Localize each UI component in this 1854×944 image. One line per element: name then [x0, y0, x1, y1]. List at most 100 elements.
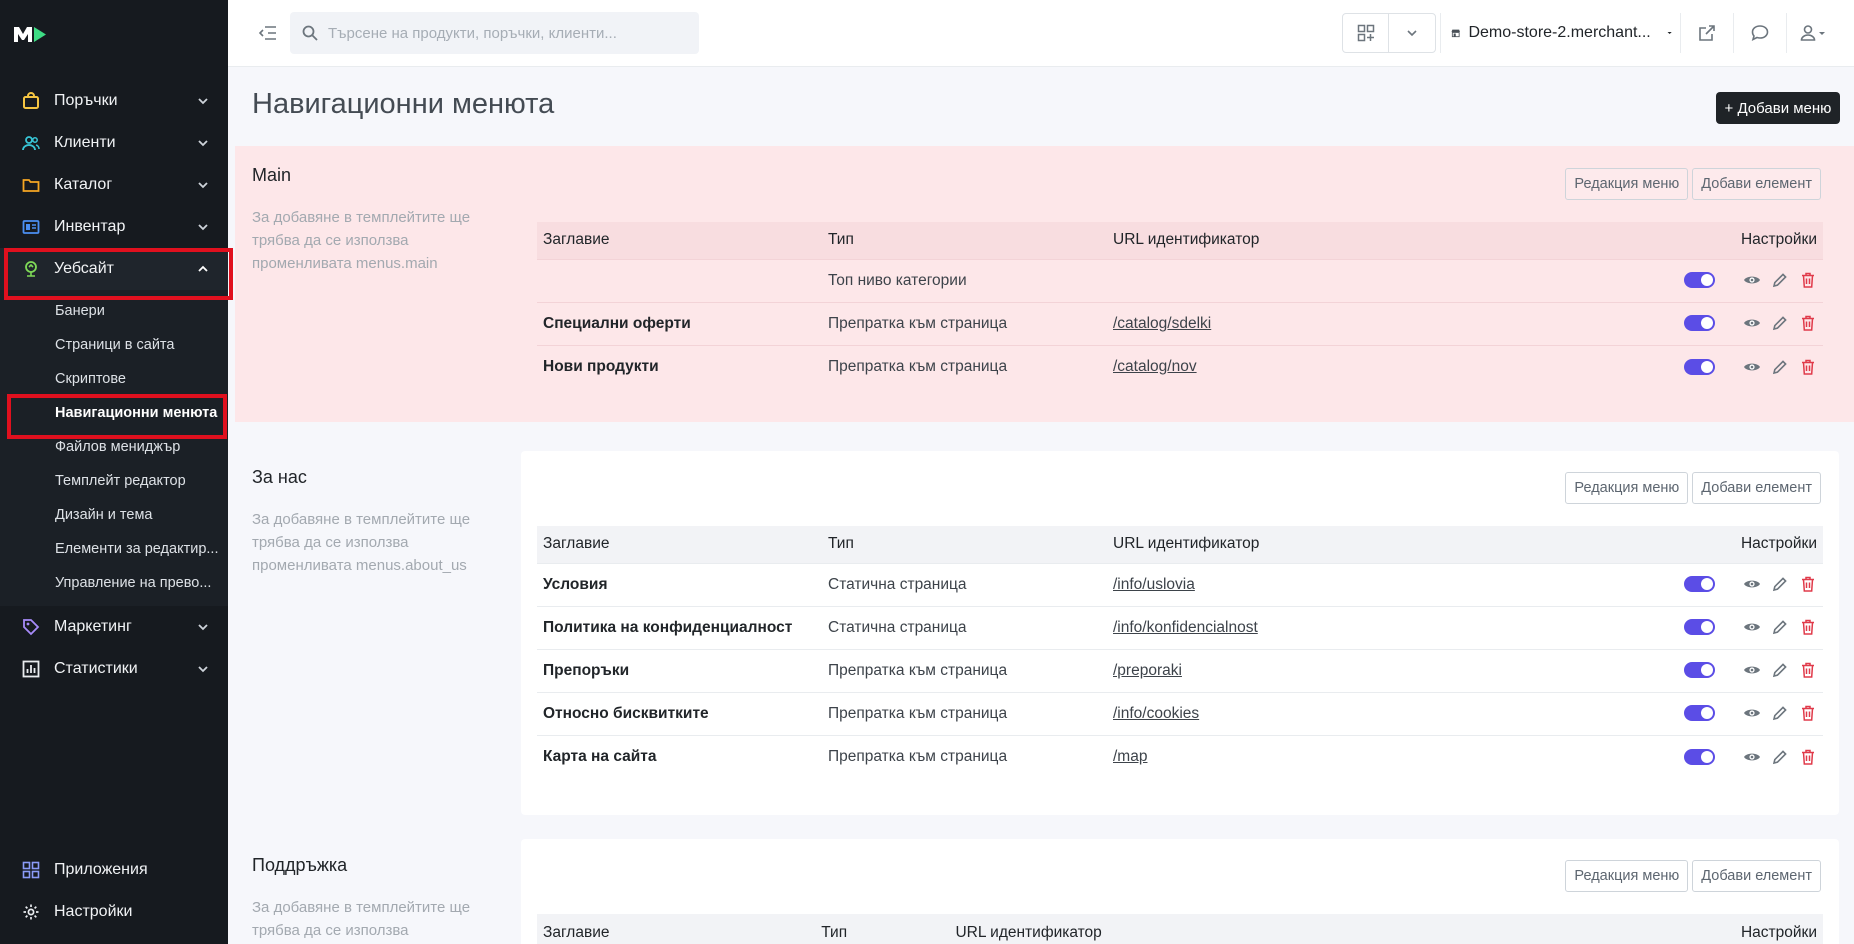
edit-menu-button[interactable]: Редакция меню	[1565, 168, 1689, 200]
item-type: Статична страница	[822, 562, 1107, 606]
chevron-down-icon	[198, 666, 208, 673]
collapse-sidebar-icon[interactable]	[258, 24, 278, 42]
sidebar-item-customers[interactable]: Клиенти	[0, 122, 228, 164]
visibility-toggle[interactable]	[1684, 705, 1715, 722]
pencil-icon[interactable]	[1771, 271, 1789, 289]
edit-menu-button[interactable]: Редакция меню	[1565, 860, 1689, 892]
sidebar-item-marketing[interactable]: Маркетинг	[0, 606, 228, 648]
pencil-icon[interactable]	[1771, 314, 1789, 332]
store-selector[interactable]: Demo-store-2.merchant...	[1440, 13, 1672, 53]
item-actions	[1667, 691, 1823, 735]
menu-items-table: Заглавие Тип URL идентификатор Настройки	[537, 914, 1823, 944]
item-url-link[interactable]: /info/konfidencialnost	[1113, 619, 1258, 636]
visibility-toggle[interactable]	[1684, 272, 1715, 289]
sidebar-subitem-file-manager[interactable]: Файлов мениджър	[0, 430, 228, 464]
sidebar-subitem-template-editor[interactable]: Темплейт редактор	[0, 464, 228, 498]
sidebar-subitem-editable-elements[interactable]: Елементи за редактир...	[0, 532, 228, 566]
apps-dropdown-toggle[interactable]	[1389, 14, 1435, 52]
logo-icon[interactable]	[14, 24, 50, 44]
table-header-row: Заглавие Тип URL идентификатор Настройки	[537, 222, 1823, 259]
item-url-link[interactable]: /catalog/nov	[1113, 358, 1197, 375]
add-menu-button[interactable]: + Добави меню	[1716, 92, 1840, 124]
trash-icon[interactable]	[1799, 704, 1817, 722]
eye-icon[interactable]	[1743, 661, 1761, 679]
item-url-cell: /catalog/nov	[1107, 344, 1667, 388]
quick-apps-dropdown[interactable]	[1342, 13, 1436, 53]
sidebar-item-orders[interactable]: Поръчки	[0, 80, 228, 122]
table-row: Нови продукти Препратка към страница /ca…	[537, 344, 1823, 388]
table-row: Карта на сайта Препратка към страница /m…	[537, 734, 1823, 778]
sidebar-subitem-translations[interactable]: Управление на прево...	[0, 566, 228, 600]
item-actions	[1667, 648, 1823, 692]
users-icon	[22, 134, 40, 152]
sidebar-item-statistics[interactable]: Статистики	[0, 648, 228, 690]
sidebar-subitem-scripts[interactable]: Скриптове	[0, 362, 228, 396]
search-input[interactable]	[328, 24, 668, 42]
visibility-toggle[interactable]	[1684, 358, 1715, 375]
add-element-button[interactable]: Добави елемент	[1692, 168, 1821, 200]
sidebar-item-inventory[interactable]: Инвентар	[0, 206, 228, 248]
table-row: Специални оферти Препратка към страница …	[537, 301, 1823, 345]
sidebar-subitem-navigation-menus[interactable]: Навигационни менюта	[0, 396, 228, 430]
search-box[interactable]	[290, 12, 699, 54]
item-url-cell: /catalog/sdelki	[1107, 301, 1667, 345]
item-url-link[interactable]: /info/uslovia	[1113, 576, 1195, 593]
open-store-button[interactable]	[1680, 13, 1732, 53]
chevron-down-icon	[198, 140, 208, 147]
add-element-button[interactable]: Добави елемент	[1692, 860, 1821, 892]
item-url-link[interactable]: /catalog/sdelki	[1113, 315, 1211, 332]
eye-icon[interactable]	[1743, 704, 1761, 722]
sidebar-item-catalog[interactable]: Каталог	[0, 164, 228, 206]
item-url-link[interactable]: /info/cookies	[1113, 705, 1199, 722]
trash-icon[interactable]	[1799, 271, 1817, 289]
chart-icon	[22, 660, 40, 678]
item-actions	[1667, 605, 1823, 649]
eye-icon[interactable]	[1743, 358, 1761, 376]
user-menu-button[interactable]	[1786, 13, 1838, 53]
item-url-link[interactable]: /preporaki	[1113, 662, 1182, 679]
apps-add-icon	[1357, 24, 1374, 42]
visibility-toggle[interactable]	[1684, 662, 1715, 679]
trash-icon[interactable]	[1799, 575, 1817, 593]
item-actions	[1667, 344, 1823, 388]
pencil-icon[interactable]	[1771, 618, 1789, 636]
menu-card: Редакция меню Добави елемент Заглавие Ти…	[521, 839, 1839, 944]
visibility-toggle[interactable]	[1684, 619, 1715, 636]
pencil-icon[interactable]	[1771, 661, 1789, 679]
user-icon	[1800, 25, 1825, 41]
messages-button[interactable]	[1733, 13, 1785, 53]
store-name: Demo-store-2.merchant...	[1468, 24, 1651, 41]
trash-icon[interactable]	[1799, 748, 1817, 766]
sidebar-subitem-banners[interactable]: Банери	[0, 294, 228, 328]
edit-menu-button[interactable]: Редакция меню	[1565, 472, 1689, 504]
eye-icon[interactable]	[1743, 271, 1761, 289]
trash-icon[interactable]	[1799, 314, 1817, 332]
pencil-icon[interactable]	[1771, 704, 1789, 722]
apps-add-button[interactable]	[1343, 14, 1390, 52]
visibility-toggle[interactable]	[1684, 576, 1715, 593]
item-url-cell	[1107, 258, 1667, 302]
eye-icon[interactable]	[1743, 314, 1761, 332]
pencil-icon[interactable]	[1771, 358, 1789, 376]
trash-icon[interactable]	[1799, 358, 1817, 376]
trash-icon[interactable]	[1799, 661, 1817, 679]
add-element-button[interactable]: Добави елемент	[1692, 472, 1821, 504]
eye-icon[interactable]	[1743, 748, 1761, 766]
sidebar-item-settings[interactable]: Настройки	[0, 891, 228, 933]
visibility-toggle[interactable]	[1684, 315, 1715, 332]
item-title: Нови продукти	[537, 344, 822, 388]
visibility-toggle[interactable]	[1684, 748, 1715, 765]
trash-icon[interactable]	[1799, 618, 1817, 636]
shopping-bag-icon	[22, 92, 40, 110]
pencil-icon[interactable]	[1771, 748, 1789, 766]
sidebar-item-label: Каталог	[54, 176, 113, 193]
item-title: Препоръки	[537, 648, 822, 692]
sidebar-item-apps[interactable]: Приложения	[0, 849, 228, 891]
eye-icon[interactable]	[1743, 618, 1761, 636]
item-url-link[interactable]: /map	[1113, 748, 1147, 765]
sidebar-subitem-design-theme[interactable]: Дизайн и тема	[0, 498, 228, 532]
sidebar-item-website[interactable]: Уебсайт	[0, 248, 228, 290]
eye-icon[interactable]	[1743, 575, 1761, 593]
sidebar-subitem-pages[interactable]: Страници в сайта	[0, 328, 228, 362]
pencil-icon[interactable]	[1771, 575, 1789, 593]
